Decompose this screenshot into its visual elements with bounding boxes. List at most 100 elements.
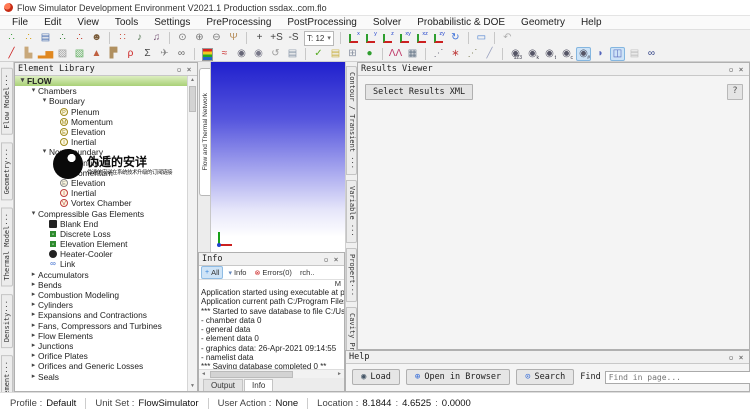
float-panel-icon[interactable]: ▫ bbox=[174, 64, 184, 75]
text-size-select[interactable]: T: 12▾ bbox=[304, 31, 334, 46]
curve-p-icon[interactable]: ρ bbox=[123, 47, 138, 61]
tree-item-elevation[interactable]: EElevation bbox=[15, 127, 187, 137]
chevron-down-icon[interactable]: ▾ bbox=[18, 77, 27, 85]
view-axis-xy-icon[interactable]: xy bbox=[397, 31, 412, 45]
menu-item-view[interactable]: View bbox=[69, 16, 107, 30]
tree-item-fans-compressors-and-turbines[interactable]: ▸Fans, Compressors and Turbines bbox=[15, 321, 187, 331]
tree-item-plenum[interactable]: PPlenum bbox=[15, 158, 187, 168]
tree-item-heater-cooler[interactable]: Heater-Cooler bbox=[15, 249, 187, 259]
tree-item-inertial[interactable]: IInertial bbox=[15, 188, 187, 198]
menu-item-solver[interactable]: Solver bbox=[365, 16, 409, 30]
model-export-icon[interactable]: ∴ bbox=[72, 31, 87, 45]
tree-item-orifices-and-generic-losses[interactable]: ▸Orifices and Generic Losses bbox=[15, 361, 187, 371]
info-tab-all[interactable]: +All bbox=[201, 266, 223, 279]
tree-item-momentum[interactable]: MMomentum bbox=[15, 117, 187, 127]
decrease-symbol-size-icon[interactable]: -S bbox=[286, 31, 301, 45]
undo-icon[interactable]: ↶ bbox=[500, 31, 515, 45]
chevron-down-icon[interactable]: ▾ bbox=[29, 210, 38, 218]
log-horizontal-scrollbar[interactable]: ◄ ► bbox=[199, 369, 344, 378]
chevron-right-icon[interactable]: ▸ bbox=[29, 291, 38, 299]
derrick-icon[interactable]: ▙ bbox=[21, 47, 36, 61]
tree-item-bends[interactable]: ▸Bends bbox=[15, 280, 187, 290]
menu-item-postprocessing[interactable]: PostProcessing bbox=[279, 16, 364, 30]
tree-item-combustion-modeling[interactable]: ▸Combustion Modeling bbox=[15, 290, 187, 300]
link-diagonal-icon[interactable]: ⋰ bbox=[431, 47, 446, 61]
tree-item-expansions-and-contractions[interactable]: ▸Expansions and Contractions bbox=[15, 310, 187, 320]
beam-icon[interactable]: ╱ bbox=[482, 47, 497, 61]
dock-tab-contour-transient-[interactable]: Contour / Transient ··· bbox=[346, 66, 357, 175]
chevron-right-icon[interactable]: ▸ bbox=[29, 281, 38, 289]
info-tab-errors-0-[interactable]: ⊗Errors(0) bbox=[251, 267, 294, 278]
tree-item-junctions[interactable]: ▸Junctions bbox=[15, 341, 187, 351]
tree-item-plenum[interactable]: PPlenum bbox=[15, 107, 187, 117]
plot-line-icon[interactable]: ≈ bbox=[217, 47, 232, 61]
tree-item-vortex-chamber[interactable]: VVortex Chamber bbox=[15, 198, 187, 208]
menu-item-tools[interactable]: Tools bbox=[107, 16, 146, 30]
globe-icon[interactable]: ● bbox=[362, 47, 377, 61]
colorbar-icon[interactable] bbox=[200, 47, 215, 61]
tree-item-momentum[interactable]: MMomentum bbox=[15, 168, 187, 178]
chevron-down-icon[interactable]: ▾ bbox=[40, 148, 49, 156]
chart-bars-icon[interactable]: ▂▅ bbox=[38, 47, 53, 61]
show-k-icon[interactable]: ◉k bbox=[525, 47, 540, 61]
scroll-thumb[interactable] bbox=[189, 86, 196, 112]
tree-item-cylinders[interactable]: ▸Cylinders bbox=[15, 300, 187, 310]
chevron-right-icon[interactable]: ▸ bbox=[29, 332, 38, 340]
open-in-browser-button[interactable]: ⊕ Open in Browser bbox=[406, 369, 510, 385]
dock-tab-variable-[interactable]: Variable ··· bbox=[346, 180, 357, 243]
user-profile-icon[interactable]: ☻ bbox=[89, 31, 104, 45]
view-user-icon[interactable]: ◉ bbox=[251, 47, 266, 61]
add-cursor-icon[interactable]: + bbox=[252, 31, 267, 45]
link-visibility-icon[interactable]: ◫ bbox=[610, 47, 625, 61]
scroll-left-icon[interactable]: ◄ bbox=[199, 371, 208, 377]
surveyor-icon[interactable]: Σ bbox=[140, 47, 155, 61]
tree-item-non-boundary[interactable]: ▾Non-Boundary bbox=[15, 147, 187, 157]
printer-icon[interactable]: ▤ bbox=[285, 47, 300, 61]
viewport-canvas[interactable] bbox=[211, 62, 345, 252]
check-model-icon[interactable]: ✓ bbox=[311, 47, 326, 61]
chevron-right-icon[interactable]: ▸ bbox=[29, 352, 38, 360]
tree-item-orifice-plates[interactable]: ▸Orifice Plates bbox=[15, 351, 187, 361]
chevron-right-icon[interactable]: ▸ bbox=[29, 301, 38, 309]
mask-icon[interactable]: ◗ bbox=[593, 47, 608, 61]
tree-item-seals[interactable]: ▸Seals bbox=[15, 371, 187, 381]
tree-item-compressible-gas-elements[interactable]: ▾Compressible Gas Elements bbox=[15, 208, 187, 218]
show-num-icon[interactable]: ◉# bbox=[576, 47, 591, 61]
menu-item-file[interactable]: File bbox=[4, 16, 36, 30]
dock-tab-flow-model-[interactable]: Flow Model··· bbox=[1, 68, 13, 135]
close-panel-icon[interactable]: × bbox=[331, 254, 341, 265]
refresh-icon[interactable]: ↺ bbox=[268, 47, 283, 61]
model-new-icon[interactable]: ∴ bbox=[4, 31, 19, 45]
tree-item-elevation-element[interactable]: ▫Elevation Element bbox=[15, 239, 187, 249]
model-open-icon[interactable]: ∴ bbox=[21, 31, 36, 45]
cube-icon[interactable]: ▧ bbox=[55, 47, 70, 61]
tree-item-blank-end[interactable]: Blank End bbox=[15, 219, 187, 229]
search-button[interactable]: ⊙ Search bbox=[516, 369, 574, 385]
notes-icon[interactable]: ▤ bbox=[328, 47, 343, 61]
tree-item-chambers[interactable]: ▾Chambers bbox=[15, 86, 187, 96]
dock-tab-thermal-model-[interactable]: Thermal Model··· bbox=[1, 207, 13, 286]
info-tab-info[interactable]: ▾Info bbox=[225, 267, 249, 278]
close-panel-icon[interactable]: × bbox=[736, 64, 746, 75]
glasses-icon[interactable]: ∞ bbox=[174, 47, 189, 61]
graphics-viewport[interactable]: Flow and Thermal Network bbox=[198, 62, 345, 252]
tree-item-discrete-loss[interactable]: ▫Discrete Loss bbox=[15, 229, 187, 239]
tower-icon[interactable]: ▲ bbox=[89, 47, 104, 61]
float-panel-icon[interactable]: ▫ bbox=[321, 254, 331, 265]
chevron-right-icon[interactable]: ▸ bbox=[29, 322, 38, 330]
keypad-icon[interactable]: ⊞ bbox=[345, 47, 360, 61]
tree-item-elevation[interactable]: EElevation bbox=[15, 178, 187, 188]
link-node-icon[interactable]: ⋰ bbox=[465, 47, 480, 61]
model-save-icon[interactable]: ▤ bbox=[38, 31, 53, 45]
menu-item-settings[interactable]: Settings bbox=[146, 16, 198, 30]
fit-screen-icon[interactable]: ▭ bbox=[474, 31, 489, 45]
float-panel-icon[interactable]: ▫ bbox=[726, 352, 736, 363]
tree-item-accumulators[interactable]: ▸Accumulators bbox=[15, 270, 187, 280]
tree-item-boundary[interactable]: ▾Boundary bbox=[15, 96, 187, 106]
dock-tab-geometry-[interactable]: Geometry··· bbox=[1, 142, 13, 200]
load-button[interactable]: ◉ Load bbox=[352, 369, 400, 385]
pan-hand-icon[interactable]: Ψ bbox=[226, 31, 241, 45]
chevron-right-icon[interactable]: ▸ bbox=[29, 271, 38, 279]
show-c-icon[interactable]: ◉c bbox=[559, 47, 574, 61]
view-axis-x-icon[interactable]: x bbox=[346, 31, 361, 45]
